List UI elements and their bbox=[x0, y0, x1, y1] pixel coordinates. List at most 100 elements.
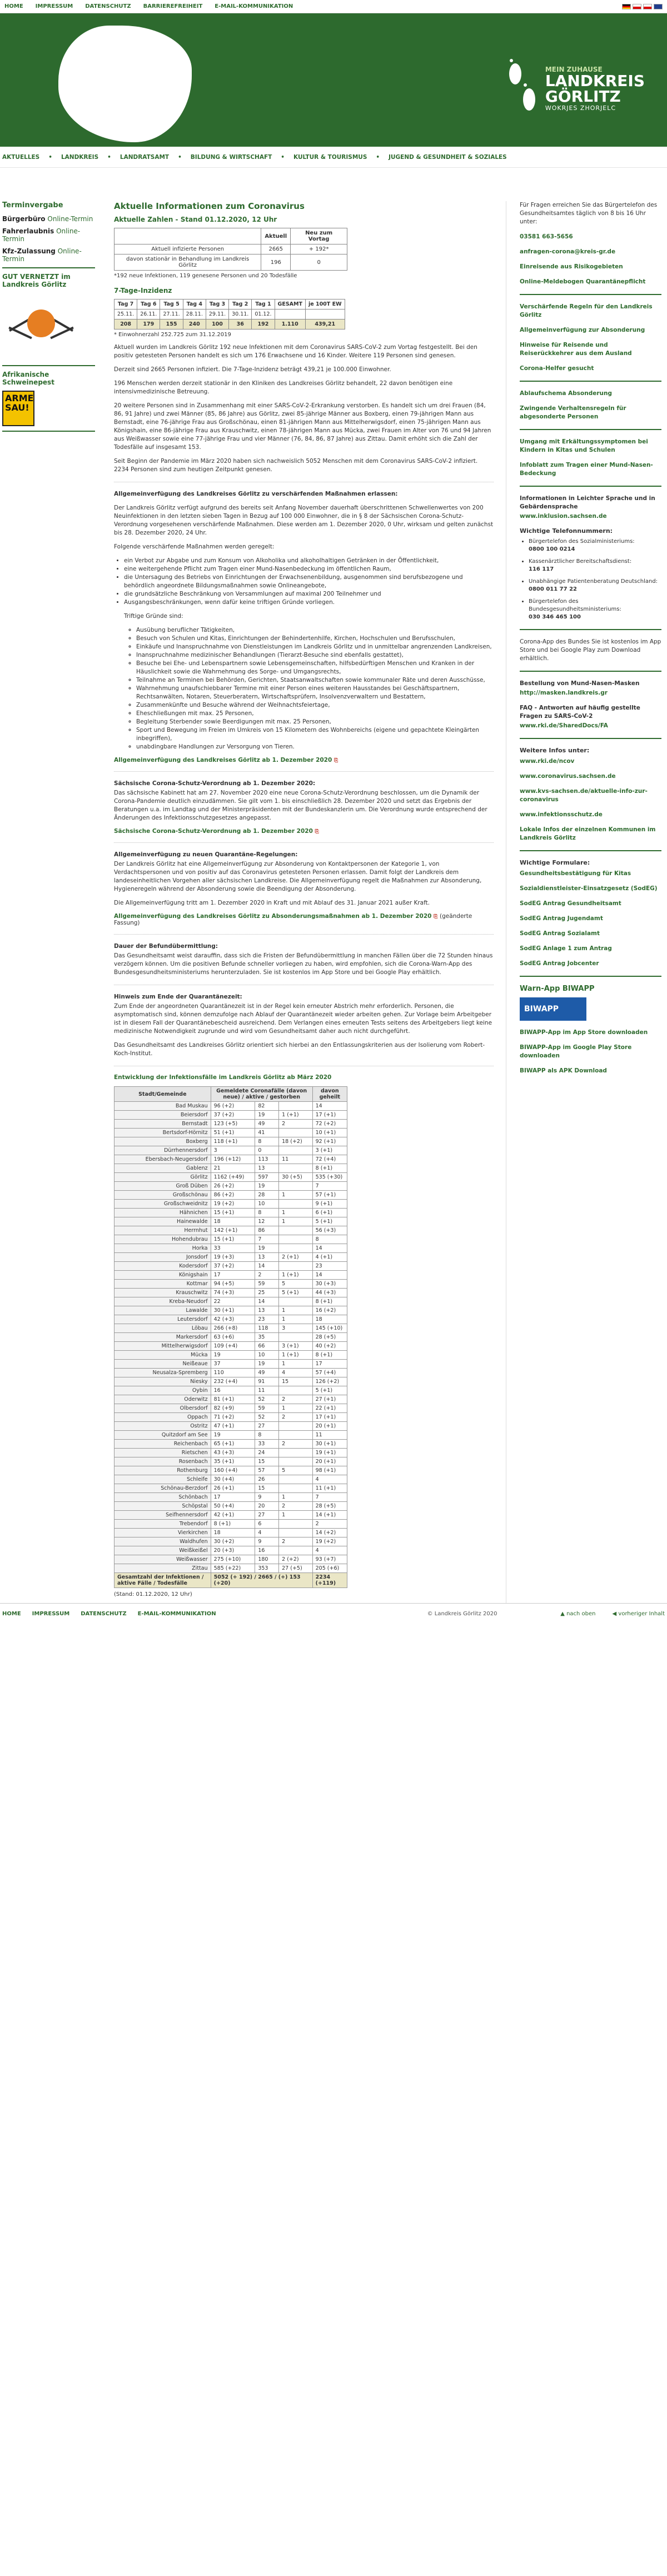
promo-vernetzt-title[interactable]: GUT VERNETZT im Landkreis Görlitz bbox=[2, 273, 95, 288]
table-row: Markersdorf 63 (+6) 35 28 (+5) bbox=[114, 1332, 348, 1342]
footer-nach-oben[interactable]: ▲ nach oben bbox=[560, 1611, 595, 1617]
form-sodeg-anlage[interactable]: SodEG Anlage 1 zum Antrag bbox=[520, 945, 661, 953]
footer-link-impressum[interactable]: IMPRESSUM bbox=[32, 1611, 70, 1617]
link-corona-helfer[interactable]: Corona-Helfer gesucht bbox=[520, 365, 661, 373]
link-masken[interactable]: http://masken.landkreis.gr bbox=[520, 689, 661, 697]
table-row: Trebendorf 8 (+1) 6 2 bbox=[114, 1519, 348, 1529]
link-infoblatt[interactable]: Infoblatt zum Tragen einer Mund-Nasen-Be… bbox=[520, 461, 661, 478]
termin-fahrerlaubnis[interactable]: Fahrerlaubnis Online-Termin bbox=[2, 227, 95, 243]
link-biwapp-apk[interactable]: BIWAPP als APK Download bbox=[520, 1067, 661, 1075]
biwapp-logo[interactable]: BIWAPP bbox=[520, 997, 586, 1021]
link-kvs[interactable]: www.kvs-sachsen.de/aktuelle-info-zur-cor… bbox=[520, 787, 661, 804]
table-cell: 56 (+3) bbox=[312, 1226, 348, 1235]
table-cell: 4 bbox=[255, 1528, 280, 1537]
link-risikogebiete[interactable]: Einreisende aus Risikogebieten bbox=[520, 263, 661, 271]
nav-landkreis[interactable]: LANDKREIS bbox=[61, 154, 98, 161]
form-kitas[interactable]: Gesundheitsbestätigung für Kitas bbox=[520, 870, 661, 878]
logo-line-sorbian: WOKRJES ZHORJELC bbox=[545, 104, 616, 112]
form-sodeg-sozialamt[interactable]: SodEG Antrag Sozialamt bbox=[520, 930, 661, 938]
table-cell: Hainewalde bbox=[114, 1217, 211, 1226]
flag-en-icon[interactable] bbox=[654, 3, 663, 9]
nav-bildung[interactable]: BILDUNG & WIRTSCHAFT bbox=[191, 154, 272, 161]
table-cell: 18 (+2) bbox=[278, 1137, 313, 1146]
link-biwapp-playstore[interactable]: BIWAPP-App im Google Play Store download… bbox=[520, 1044, 661, 1060]
hotline-phone[interactable]: 03581 663-5656 bbox=[520, 233, 661, 241]
link-verschaerfende-regeln[interactable]: Verschärfende Regeln für den Landkreis G… bbox=[520, 303, 661, 319]
table-cell: 19 bbox=[255, 1359, 280, 1369]
table-cell: 240 bbox=[182, 319, 206, 330]
link-allgemeinverfuegung[interactable]: Allgemeinverfügung zur Absonderung bbox=[520, 326, 661, 335]
section-heading: Dauer der Befundübermittlung: bbox=[114, 943, 218, 950]
promo-asp-title[interactable]: Afrikanische Schweinepest bbox=[2, 371, 95, 386]
table-cell: 41 bbox=[255, 1128, 280, 1137]
link-kommunen[interactable]: Lokale Infos der einzelnen Kommunen im L… bbox=[520, 826, 661, 842]
arme-sau-badge[interactable]: ARME SAU! bbox=[2, 391, 34, 426]
top-link-barrierefreiheit[interactable]: BARRIEREFREIHEIT bbox=[143, 3, 203, 9]
link-ablaufschema[interactable]: Ablaufschema Absonderung bbox=[520, 390, 661, 398]
site-logo[interactable]: MEIN ZUHAUSE LANDKREIS GÖRLITZ WOKRJES Z… bbox=[506, 58, 645, 119]
top-link-email[interactable]: E-MAIL-KOMMUNIKATION bbox=[215, 3, 293, 9]
nav-jugend[interactable]: JUGEND & GESUNDHEIT & SOZIALES bbox=[389, 154, 507, 161]
table-cell: 37 (+2) bbox=[210, 1261, 256, 1271]
schutzverordnung-link[interactable]: Sächsische Corona-Schutz-Verordnung ab 1… bbox=[114, 828, 494, 835]
footer-link-email[interactable]: E-MAIL-KOMMUNIKATION bbox=[138, 1611, 216, 1617]
table-cell: 1 bbox=[278, 1306, 313, 1315]
form-sodeg-gesundheitsamt[interactable]: SodEG Antrag Gesundheitsamt bbox=[520, 900, 661, 908]
table-header-cell: Tag 2 bbox=[228, 299, 252, 309]
table-cell: Horka bbox=[114, 1244, 211, 1253]
table-cell: 110 bbox=[210, 1368, 256, 1377]
link-coronavirus-sachsen[interactable]: www.coronavirus.sachsen.de bbox=[520, 772, 661, 781]
nav-aktuelles[interactable]: AKTUELLES bbox=[2, 154, 39, 161]
left-sidebar: Terminvergabe Bürgerbüro Online-Termin F… bbox=[0, 201, 97, 1603]
footer-link-datenschutz[interactable]: DATENSCHUTZ bbox=[81, 1611, 126, 1617]
spider-mascot-icon[interactable] bbox=[8, 293, 74, 354]
nav-landratsamt[interactable]: LANDRATSAMT bbox=[120, 154, 169, 161]
table-cell: Schleife bbox=[114, 1475, 211, 1484]
termin-buergerbuero[interactable]: Bürgerbüro Online-Termin bbox=[2, 215, 95, 223]
top-link-datenschutz[interactable]: DATENSCHUTZ bbox=[85, 3, 131, 9]
table-row: Schönau-Berzdorf 26 (+1) 15 11 (+1) bbox=[114, 1484, 348, 1493]
form-sodeg[interactable]: Sozialdienstleister-Einsatzgesetz (SodEG… bbox=[520, 885, 661, 893]
link-faq[interactable]: www.rki.de/SharedDocs/FA bbox=[520, 722, 661, 730]
termin-kfz[interactable]: Kfz-Zulassung Online-Termin bbox=[2, 247, 95, 263]
table-cell: 14 bbox=[312, 1101, 348, 1111]
footer-link-home[interactable]: HOME bbox=[2, 1611, 21, 1617]
flag-cz-icon[interactable] bbox=[633, 3, 641, 9]
table-cell: 6 bbox=[255, 1519, 280, 1529]
link-infektionsschutz[interactable]: www.infektionsschutz.de bbox=[520, 811, 661, 819]
nav-kultur[interactable]: KULTUR & TOURISMUS bbox=[293, 154, 367, 161]
table-cell bbox=[278, 1244, 313, 1253]
footer-vorheriger[interactable]: ◀ vorheriger Inhalt bbox=[613, 1611, 665, 1617]
table-row: Großschönau 86 (+2) 28 1 57 (+1) bbox=[114, 1190, 348, 1200]
table-cell: 3 (+1) bbox=[312, 1146, 348, 1155]
development-heading-link[interactable]: Entwicklung der Infektionsfälle im Landk… bbox=[114, 1074, 494, 1081]
link-erkaeltung[interactable]: Umgang mit Erkältungssymptomen bei Kinde… bbox=[520, 438, 661, 455]
top-link-impressum[interactable]: IMPRESSUM bbox=[36, 3, 73, 9]
absonderung-link[interactable]: Allgemeinverfügung des Landkreises Görli… bbox=[114, 913, 494, 926]
form-sodeg-jobcenter[interactable]: SodEG Antrag Jobcenter bbox=[520, 960, 661, 968]
table-cell: 3 (+1) bbox=[278, 1341, 313, 1351]
link-verhaltensregeln[interactable]: Zwingende Verhaltensregeln für abgesonde… bbox=[520, 405, 661, 421]
table-cell: Groß Düben bbox=[114, 1181, 211, 1191]
link-meldebogen[interactable]: Online-Meldebogen Quarantänepflicht bbox=[520, 278, 661, 286]
allgemeinverfuegung-link[interactable]: Allgemeinverfügung des Landkreises Görli… bbox=[114, 757, 494, 763]
list-item: Eheschließungen mit max. 25 Personen, bbox=[136, 710, 494, 718]
form-sodeg-jugendamt[interactable]: SodEG Antrag Jugendamt bbox=[520, 915, 661, 923]
table-row: Olbersdorf 82 (+9) 59 1 22 (+1) bbox=[114, 1404, 348, 1413]
table-cell bbox=[278, 1297, 313, 1306]
link-reisende[interactable]: Hinweise für Reisende und Reiserückkehre… bbox=[520, 341, 661, 358]
table-header-cell: je 100T EW bbox=[305, 299, 345, 309]
top-link-home[interactable]: HOME bbox=[4, 3, 23, 9]
table-cell: Großschweidnitz bbox=[114, 1199, 211, 1209]
table-cell bbox=[274, 309, 306, 319]
table-cell: 1 (+1) bbox=[278, 1350, 313, 1360]
link-rki[interactable]: www.rki.de/ncov bbox=[520, 757, 661, 766]
table-cell: 353 bbox=[255, 1564, 280, 1573]
incidence-heading: 7-Tage-Inzidenz bbox=[114, 287, 172, 294]
link-inklusion[interactable]: www.inklusion.sachsen.de bbox=[520, 512, 661, 521]
flag-pl-icon[interactable] bbox=[643, 3, 652, 9]
link-biwapp-appstore[interactable]: BIWAPP-App im App Store downloaden bbox=[520, 1029, 661, 1037]
table-cell: Vierkirchen bbox=[114, 1528, 211, 1537]
flag-de-icon[interactable] bbox=[622, 3, 631, 9]
hotline-email[interactable]: anfragen-corona@kreis-gr.de bbox=[520, 248, 661, 256]
